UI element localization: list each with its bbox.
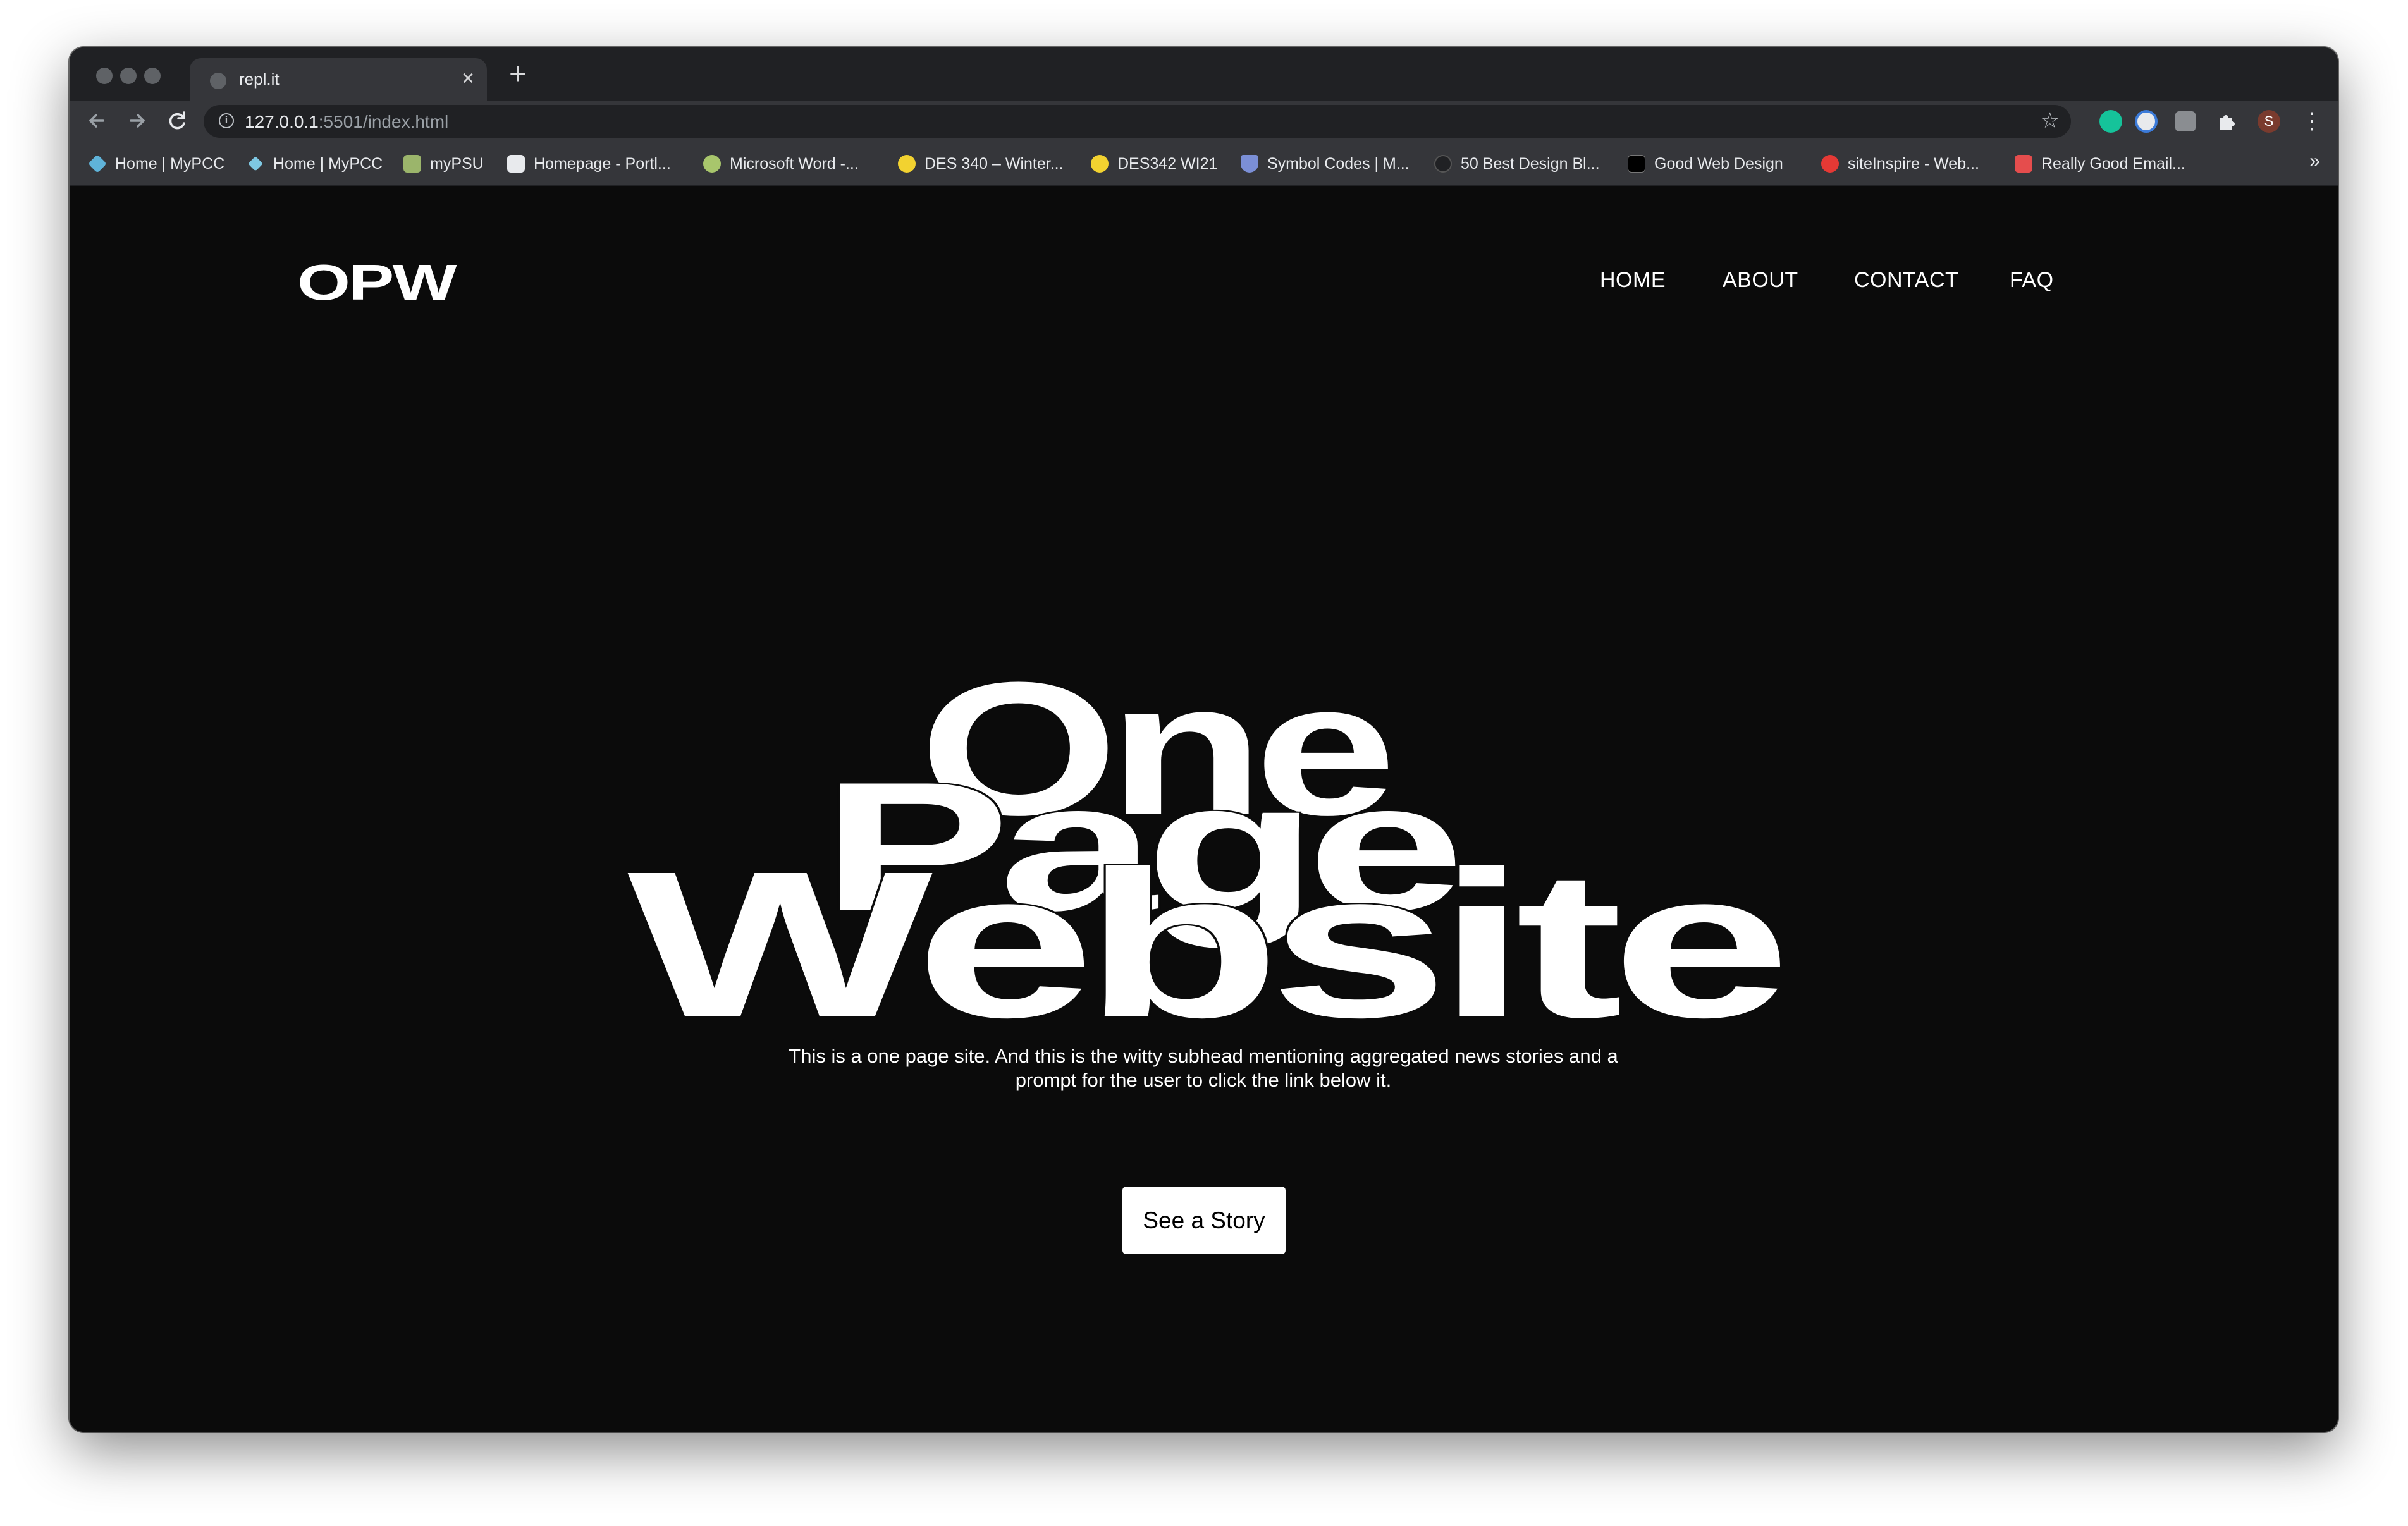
info-icon[interactable]: i (219, 113, 234, 128)
grammarly-icon[interactable] (2099, 110, 2122, 133)
gd-icon (1628, 155, 1645, 173)
bookmark-item[interactable]: Microsoft Word -... (703, 153, 859, 174)
bookmark-item[interactable]: Home | MyPCC (88, 153, 224, 174)
des-icon (898, 155, 916, 173)
reload-icon[interactable] (163, 106, 192, 135)
browser-window: repl.it × + i 127.0.0.1:5501/index.html … (70, 47, 2338, 1432)
browser-toolbar: i 127.0.0.1:5501/index.html ☆ S ⋮ (70, 101, 2338, 142)
dot-icon (1434, 155, 1452, 173)
mypsu-icon (403, 155, 421, 173)
url-text: 127.0.0.1:5501/index.html (245, 112, 449, 131)
hero-heading: One Page Website (70, 186, 2338, 1049)
globe-icon (210, 73, 226, 89)
portland-icon (507, 155, 525, 173)
bookmarks-bar: Home | MyPCC Home | MyPCC myPSU Homepage… (70, 142, 2338, 186)
mypcc-icon (248, 156, 263, 171)
hero-subhead: This is a one page site. And this is the… (789, 1045, 1618, 1091)
bookmark-item[interactable]: Really Good Email... (2015, 153, 2185, 174)
tab-strip: repl.it × + (70, 47, 2338, 101)
siteinspire-icon (1821, 155, 1839, 173)
minimize-window-button[interactable] (120, 68, 137, 84)
bookmark-item[interactable]: DES342 WI21 (1091, 153, 1217, 174)
tab-active[interactable]: repl.it × (190, 58, 487, 101)
bookmark-item[interactable]: Good Web Design (1628, 153, 1783, 174)
bookmark-star-icon[interactable]: ☆ (2041, 108, 2060, 133)
email-icon (2015, 155, 2032, 173)
bookmark-item[interactable]: 50 Best Design Bl... (1434, 153, 1600, 174)
hero-word-website: Website (627, 827, 1791, 1061)
new-tab-button[interactable]: + (509, 59, 527, 90)
web-page: OPW HOME ABOUT CONTACT FAQ One Page Webs… (70, 186, 2338, 1432)
close-icon[interactable]: × (462, 66, 474, 91)
bookmarks-overflow-button[interactable]: » (2309, 150, 2320, 172)
see-story-button[interactable]: See a Story (1122, 1187, 1286, 1254)
tab-title: repl.it (239, 70, 280, 89)
bookmark-item[interactable]: siteInspire - Web... (1821, 153, 1979, 174)
mypcc-icon (88, 154, 107, 173)
bookmark-item[interactable]: myPSU (403, 153, 484, 174)
bookmark-item[interactable]: Symbol Codes | M... (1241, 153, 1410, 174)
maximize-window-button[interactable] (144, 68, 161, 84)
puzzle-icon (703, 155, 721, 173)
bookmark-item[interactable]: Homepage - Portl... (507, 153, 671, 174)
bookmark-item[interactable]: Home | MyPCC (247, 153, 383, 174)
address-bar[interactable]: i 127.0.0.1:5501/index.html ☆ (204, 105, 2071, 138)
bookmark-item[interactable]: DES 340 – Winter... (898, 153, 1064, 174)
shield-icon (1241, 155, 1258, 173)
extension-icon[interactable] (2135, 110, 2158, 133)
menu-kebab-icon[interactable]: ⋮ (2300, 106, 2323, 135)
extension-k-icon[interactable] (2175, 111, 2196, 131)
forward-arrow-icon[interactable] (123, 106, 152, 135)
des-icon (1091, 155, 1109, 173)
profile-avatar[interactable]: S (2258, 110, 2280, 133)
back-arrow-icon[interactable] (82, 106, 111, 135)
close-window-button[interactable] (96, 68, 113, 84)
extensions-puzzle-icon[interactable] (2214, 110, 2237, 133)
